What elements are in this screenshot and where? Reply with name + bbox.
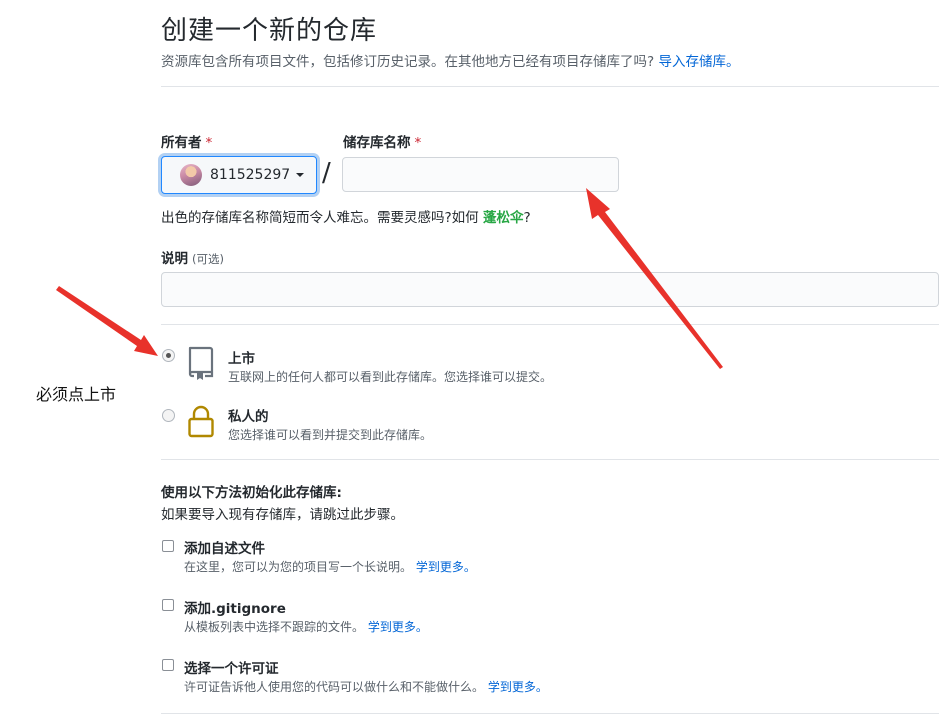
annotation-arrows [56,188,723,369]
arrow-to-repo-name-input [586,188,723,369]
arrow-to-public-radio [56,286,158,356]
